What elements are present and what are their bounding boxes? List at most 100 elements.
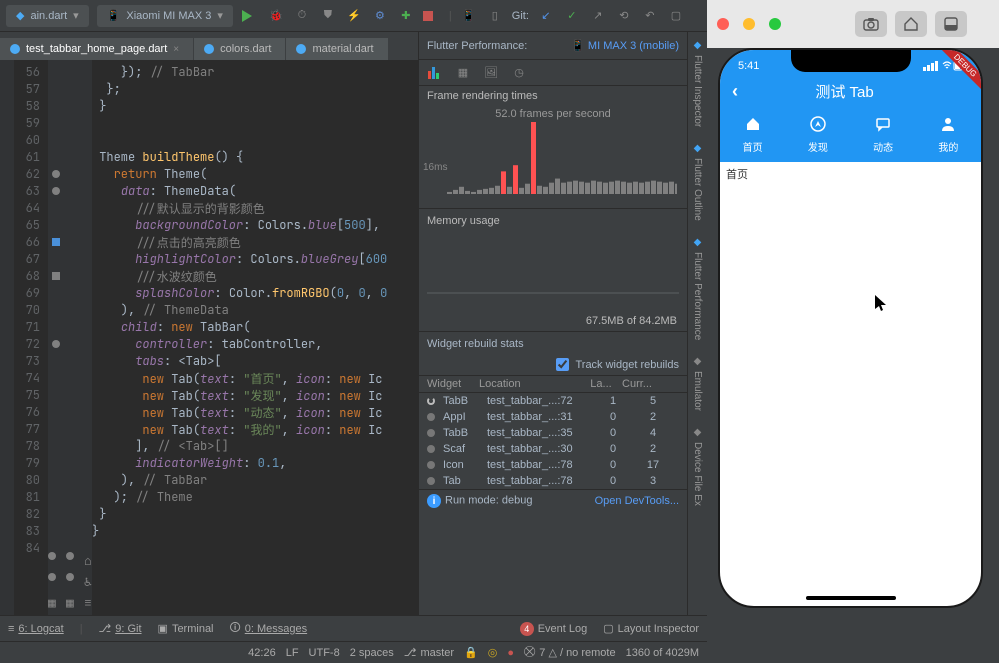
table-row[interactable]: TabBtest_tabbar_...:7215: [419, 393, 687, 409]
perf-title: Flutter Performance:: [427, 40, 527, 52]
close-window-icon[interactable]: [717, 18, 729, 30]
table-row[interactable]: Scaftest_tabbar_...:3002: [419, 441, 687, 457]
side-tool-flutter-outline[interactable]: ◆Flutter Outline: [690, 135, 705, 229]
track-rebuilds-checkbox[interactable]: Track widget rebuilds: [419, 354, 687, 375]
gutter-marks: ⌂♿▦▦≡: [48, 60, 92, 615]
phone-title: 测试 Tab: [738, 81, 951, 102]
avd-icon[interactable]: ▯: [486, 9, 504, 22]
memory-chart: [427, 237, 679, 297]
col-current[interactable]: Curr...: [619, 378, 655, 390]
ide-window: ◆ain.dart▾ 📱Xiaomi MI MAX 3▾ 🐞 ⏱ ⛊ ⚡ ⚙ ✚…: [0, 0, 707, 663]
minimize-window-icon[interactable]: [743, 18, 755, 30]
hot-reload-icon[interactable]: ⚡: [345, 9, 363, 22]
bottom-toolwindow-bar: ≡ 6: Logcat | ⎇ 9: Git ▣ Terminal 🛈 0: M…: [0, 615, 707, 641]
col-widget[interactable]: Widget: [427, 378, 479, 390]
terminal-button[interactable]: ▣ Terminal: [158, 622, 214, 635]
git-history-icon[interactable]: ⟲: [615, 9, 633, 22]
layout-inspector-button[interactable]: ▢ Layout Inspector: [603, 622, 699, 635]
person-icon: [940, 116, 956, 136]
flutter-performance-panel: Flutter Performance: 📱 MI MAX 3 (mobile)…: [418, 32, 707, 615]
fps-label: 52.0 frames per second: [419, 106, 687, 122]
perf-paint-icon[interactable]: ▦: [455, 65, 471, 81]
messages-button[interactable]: 🛈 0: Messages: [230, 619, 308, 638]
rebuild-label: Widget rebuild stats: [419, 331, 687, 354]
perf-device[interactable]: 📱 MI MAX 3 (mobile): [571, 39, 679, 52]
lock-icon[interactable]: 🔒: [464, 646, 478, 659]
perf-clock-icon[interactable]: ◷: [511, 65, 527, 81]
home-indicator[interactable]: [806, 596, 896, 600]
phone-simulator: DEBUG 5:41 ‹ 测试 Tab 首页发现动态我的 首页: [718, 48, 983, 608]
event-log-button[interactable]: 4 Event Log: [520, 622, 588, 636]
frame-label: Frame rendering times: [419, 86, 687, 106]
profile-icon[interactable]: ⏱: [293, 9, 311, 22]
analyze-status[interactable]: ⛒ 7 △ / no remote: [524, 646, 616, 659]
run-icon[interactable]: [241, 10, 259, 22]
open-devtools-link[interactable]: Open DevTools...: [595, 495, 679, 507]
editor-area[interactable]: 5657585960616263646566676869707172737475…: [0, 60, 418, 615]
flutter-icon[interactable]: ✚: [397, 9, 415, 22]
memory-value: 67.5MB of 84.2MB: [419, 311, 687, 331]
more-icon[interactable]: ▢: [667, 9, 685, 22]
git-branch[interactable]: ⎇ master: [404, 646, 454, 659]
device-select[interactable]: 📱Xiaomi MI MAX 3▾: [97, 5, 233, 27]
frame-chart: [429, 122, 677, 202]
phone-tab-home[interactable]: 首页: [720, 116, 785, 154]
phone-tab-person[interactable]: 我的: [916, 116, 981, 154]
undo-icon[interactable]: ↶: [641, 9, 659, 22]
git-commit-icon[interactable]: ✓: [563, 9, 581, 22]
file-tab[interactable]: test_tabbar_home_page.dart ×: [0, 38, 194, 60]
line-numbers: 5657585960616263646566676869707172737475…: [14, 60, 48, 615]
phone-tabs: 首页发现动态我的: [720, 110, 981, 162]
widget-table: Widget Location La... Curr... TabBtest_t…: [419, 375, 687, 489]
phone-tab-explore[interactable]: 发现: [785, 116, 850, 154]
device-icon[interactable]: 📱: [460, 9, 478, 22]
side-tool-flutter-inspector[interactable]: ◆Flutter Inspector: [690, 32, 705, 135]
table-row[interactable]: Tabtest_tabbar_...:7803: [419, 473, 687, 489]
debug-icon[interactable]: 🐞: [267, 9, 285, 22]
line-sep[interactable]: LF: [286, 647, 299, 659]
git-pull-icon[interactable]: ↙: [537, 9, 555, 22]
file-tab[interactable]: material.dart: [286, 38, 388, 60]
side-tool-emulator[interactable]: ◆Emulator: [690, 348, 705, 419]
dot-icon[interactable]: ●: [507, 647, 514, 659]
screenshot-icon[interactable]: [855, 11, 887, 37]
run-config[interactable]: ◆ain.dart▾: [6, 5, 89, 27]
indent[interactable]: 2 spaces: [350, 647, 394, 659]
git-button[interactable]: ⎇ 9: Git: [99, 622, 142, 635]
code-lines[interactable]: }); // TabBar }; } Theme buildTheme() { …: [92, 60, 418, 615]
coverage-icon[interactable]: ⛊: [319, 9, 337, 22]
cursor-pos: 42:26: [248, 647, 276, 659]
side-tool-flutter-performance[interactable]: ◆Flutter Performance: [690, 229, 705, 348]
col-last[interactable]: La...: [583, 378, 619, 390]
side-tool-device-file-ex[interactable]: ◆Device File Ex: [690, 419, 705, 514]
home-icon: [745, 116, 761, 136]
phone-tab-chat[interactable]: 动态: [851, 116, 916, 154]
stop-icon[interactable]: [423, 11, 441, 21]
zoom-window-icon[interactable]: [769, 18, 781, 30]
git-push-icon[interactable]: ↗: [589, 9, 607, 22]
perf-bars-icon[interactable]: [427, 65, 443, 81]
chart-ylabel: 16ms: [423, 162, 447, 173]
perf-image-icon[interactable]: 🖼: [483, 65, 499, 81]
code-editor-panel: test_tabbar_home_page.dart ×colors.dartm…: [0, 32, 418, 615]
encoding[interactable]: UTF-8: [309, 647, 340, 659]
table-row[interactable]: Icontest_tabbar_...:78017: [419, 457, 687, 473]
top-toolbar: ◆ain.dart▾ 📱Xiaomi MI MAX 3▾ 🐞 ⏱ ⛊ ⚡ ⚙ ✚…: [0, 0, 707, 32]
memory-indicator[interactable]: 1360 of 4029M: [626, 647, 699, 659]
table-row[interactable]: TabBtest_tabbar_...:3504: [419, 425, 687, 441]
file-tab[interactable]: colors.dart: [194, 38, 286, 60]
ring-icon[interactable]: ◎: [488, 646, 498, 659]
right-side-tools: ◆Flutter Inspector◆Flutter Outline◆Flutt…: [687, 32, 707, 615]
explore-icon: [810, 116, 826, 136]
table-row[interactable]: AppItest_tabbar_...:3102: [419, 409, 687, 425]
perf-tools: ▦ 🖼 ◷: [419, 60, 687, 86]
logcat-button[interactable]: ≡ 6: Logcat: [8, 623, 64, 635]
col-location[interactable]: Location: [479, 378, 583, 390]
git-label: Git:: [512, 10, 529, 22]
mem-label: Memory usage: [419, 208, 687, 231]
attach-icon[interactable]: ⚙: [371, 9, 389, 22]
chat-icon: [875, 116, 891, 136]
home-icon[interactable]: [895, 11, 927, 37]
phone-time: 5:41: [738, 60, 759, 72]
record-icon[interactable]: [935, 11, 967, 37]
